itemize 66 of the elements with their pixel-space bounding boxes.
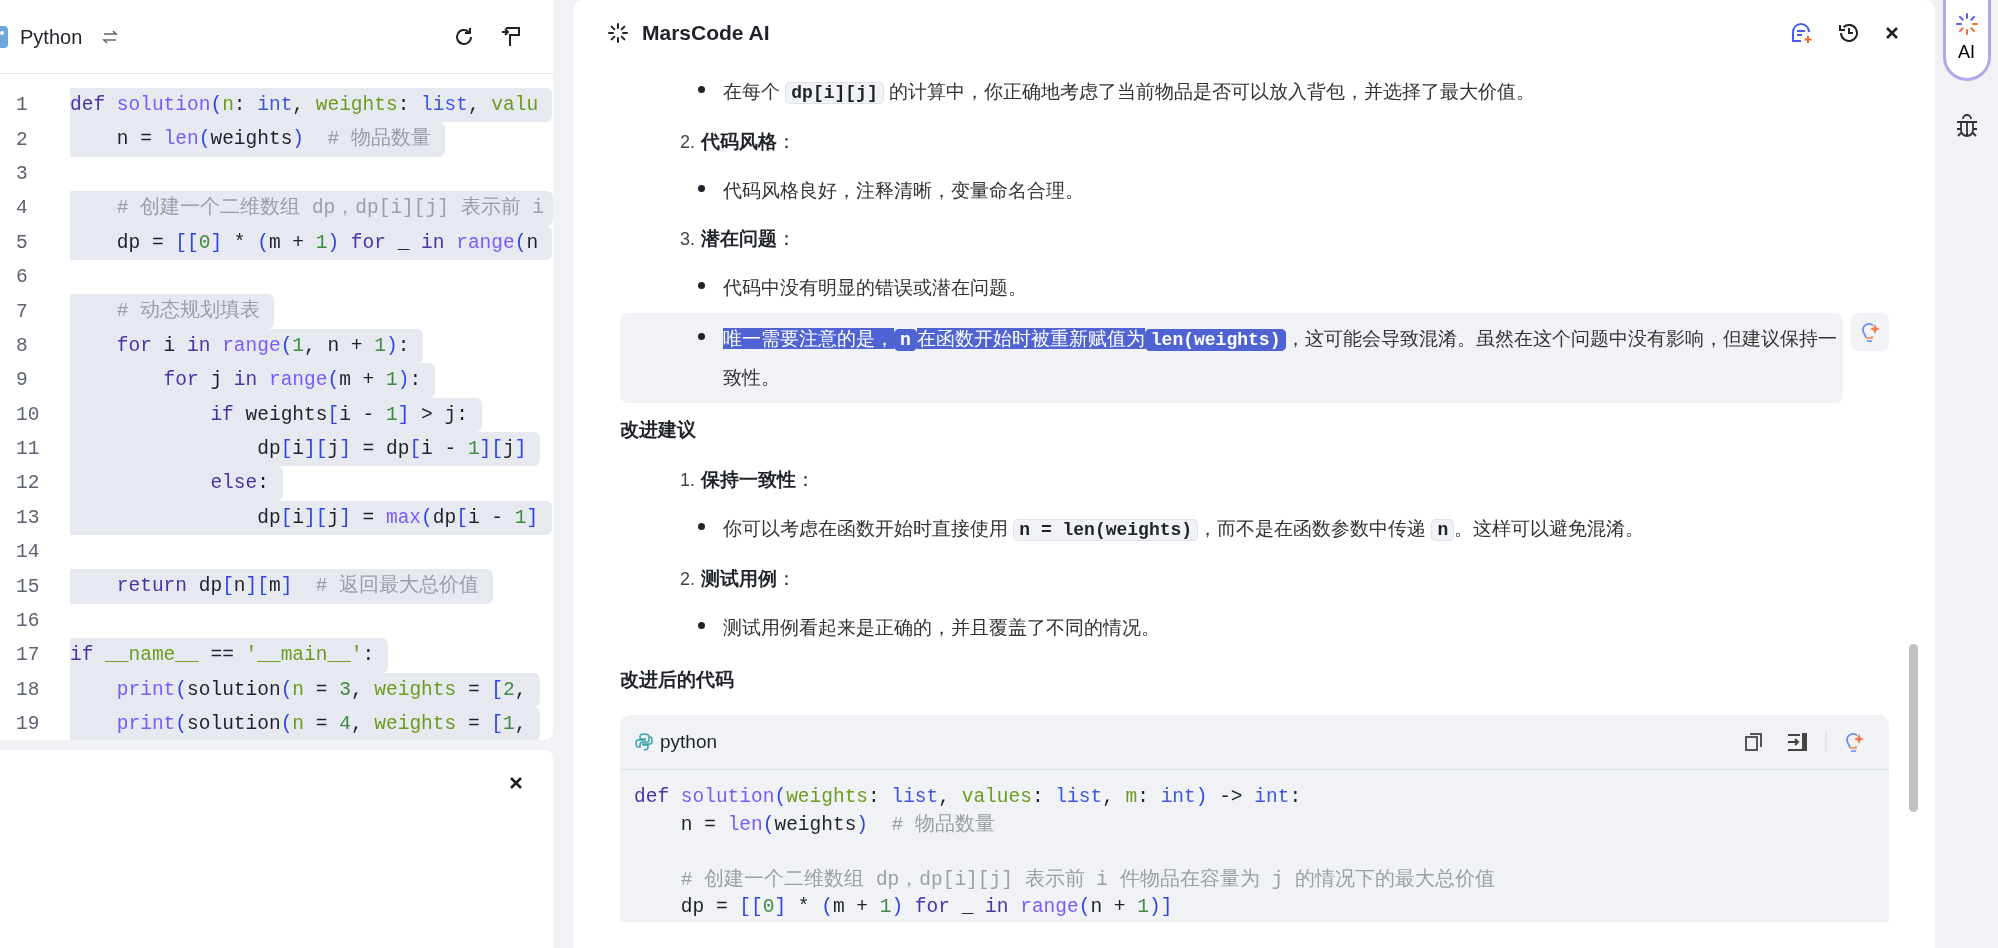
- list-item-text: 唯一需要注意的是， n 在函数开始时被重新赋值为 len(weights) ，这可能会导致混淆。虽然在这个问题中没有影响，但建议保持一致性。: [723, 327, 1839, 390]
- scrollbar-thumb[interactable]: [1909, 644, 1918, 812]
- line-number: 2: [15, 128, 29, 151]
- list-item-title: 代码风格：: [701, 129, 796, 154]
- close-icon: [1885, 26, 1899, 40]
- bullet-icon: [698, 86, 705, 93]
- list-item-text: 代码风格良好，注释清晰，变量命名合理。: [723, 179, 1084, 203]
- explain-button[interactable]: [1851, 313, 1889, 351]
- code-line: def solution(weights: list, values: list, m: int) -> int:: [634, 785, 1303, 810]
- history-icon: [1837, 21, 1861, 45]
- code-line: n = len(weights) # 物品数量: [679, 812, 996, 838]
- bullet-icon: [698, 333, 705, 340]
- chat-plus-icon: [1789, 21, 1813, 45]
- sparkle-icon: [608, 23, 628, 43]
- insert-icon: [1787, 732, 1809, 752]
- list-number: 2.: [680, 567, 695, 591]
- close-icon: [509, 776, 523, 790]
- bullet-icon: [698, 185, 705, 192]
- bullet-icon: [698, 282, 705, 289]
- bullet-icon: [698, 622, 705, 629]
- list-number: 3.: [680, 227, 695, 251]
- line-number: 16: [15, 610, 41, 633]
- line-number: 14: [15, 541, 41, 564]
- line-number: 11: [15, 438, 41, 461]
- line-number: 9: [15, 369, 29, 392]
- bug-icon: [1955, 113, 1978, 138]
- line-number: 6: [15, 266, 29, 289]
- line-number: 10: [15, 403, 41, 426]
- line-number: 15: [15, 575, 41, 598]
- lightbulb-icon: [1843, 730, 1865, 754]
- list-item-text: 代码中没有明显的错误或潜在问题。: [723, 276, 1027, 300]
- list-number: 2.: [680, 130, 695, 154]
- python-logo-icon: [634, 732, 654, 752]
- line-number: 7: [15, 300, 29, 323]
- code-line: dp = [[0] * (m + 1) for _ in range(n + 1)]: [679, 895, 1174, 920]
- copy-icon: [1745, 732, 1763, 752]
- list-item-title: 潜在问题：: [701, 226, 796, 251]
- line-number: 3: [15, 162, 29, 185]
- line-number: 18: [15, 678, 41, 701]
- code-language: python: [660, 729, 718, 754]
- code-line: # 创建一个二维数组 dp，dp[i][j] 表示前 i 件物品在容量为 j 的情况下的最大总价值: [679, 867, 1496, 893]
- sparkle-icon: [1955, 12, 1978, 35]
- line-number: 1: [15, 94, 29, 117]
- list-item-title: 测试用例：: [701, 566, 796, 591]
- paint-roller-icon: [499, 24, 523, 49]
- bullet-icon: [698, 523, 705, 530]
- line-number: 13: [15, 506, 41, 529]
- line-number: 5: [15, 231, 29, 254]
- list-item-text: 在每个 dp[i][j] 的计算中，你正确地考虑了当前物品是否可以放入背包，并选择了最大价值。: [723, 80, 1535, 106]
- section-heading: 改进后的代码: [620, 667, 735, 692]
- line-number: 17: [15, 644, 41, 667]
- line-number: 8: [15, 334, 29, 357]
- section-heading: 改进建议: [620, 417, 697, 442]
- list-item-text: 测试用例看起来是正确的，并且覆盖了不同的情况。: [723, 616, 1160, 640]
- refresh-icon: [453, 25, 475, 48]
- language-label: Python: [20, 24, 83, 50]
- ai-button[interactable]: AI: [1942, 0, 1991, 81]
- line-number: 4: [15, 197, 29, 220]
- list-item-text: 你可以考虑在函数开始时直接使用 n = len(weights) ，而不是在函数参数中传递 n 。这样可以避免混淆。: [723, 517, 1645, 543]
- lightbulb-icon: [1859, 320, 1881, 344]
- swap-icon: [102, 29, 119, 44]
- line-number: 19: [15, 713, 41, 736]
- panel-title: MarsCode AI: [642, 20, 770, 47]
- line-number: 12: [15, 472, 41, 495]
- list-item-title: 保持一致性：: [701, 467, 815, 492]
- list-number: 1.: [680, 468, 695, 492]
